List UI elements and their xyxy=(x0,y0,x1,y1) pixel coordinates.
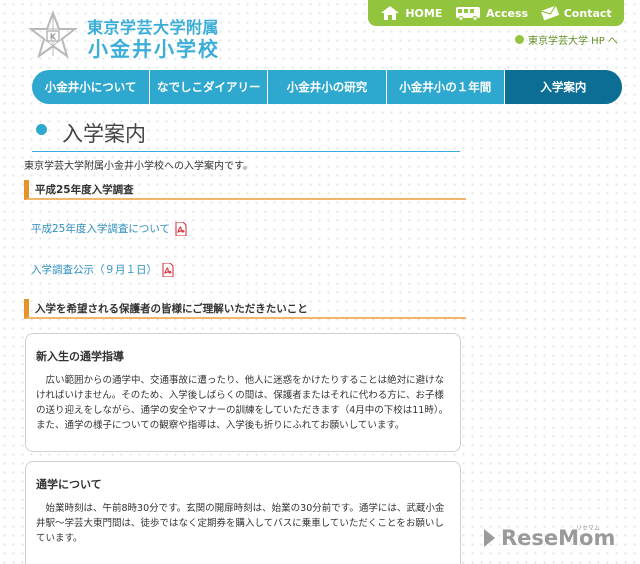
section-heading-parent-notes: 入学を希望される保護者の皆様にご理解いただきたいこと xyxy=(24,299,466,319)
school-emblem-logo[interactable]: K xyxy=(28,10,78,60)
home-label: HOME xyxy=(405,6,443,20)
bullet-dot-icon xyxy=(515,35,524,44)
home-link[interactable]: HOME xyxy=(380,5,442,21)
box-body: 広い範囲からの通学中、交通事故に遭ったり、他人に迷惑をかけたりすることは絶対に避… xyxy=(36,375,449,431)
access-label: Access xyxy=(485,6,529,20)
school-name-line2: 小金井小学校 xyxy=(88,37,220,61)
info-box-commute-guidance: 新入生の通学指導 広い範囲からの通学中、交通事故に遭ったり、他人に迷惑をかけたり… xyxy=(25,333,461,452)
contact-link[interactable]: Contact xyxy=(540,5,612,21)
resemom-watermark: ReseMom リセマム xyxy=(484,525,615,550)
link-survey-notice-label[interactable]: 入学調査公示（９月１日） xyxy=(31,262,157,277)
bus-icon xyxy=(455,7,480,21)
nav-item-admission[interactable]: 入学案内 xyxy=(504,70,622,104)
title-divider xyxy=(32,151,460,152)
play-arrow-icon xyxy=(484,529,495,547)
envelope-icon xyxy=(540,5,559,21)
svg-text:K: K xyxy=(50,33,57,42)
info-box-commute: 通学について 始業時刻は、午前8時30分です。玄関の開扉時刻は、始業の30分前で… xyxy=(25,461,461,564)
title-bullet-icon xyxy=(36,124,47,135)
access-link[interactable]: Access xyxy=(455,5,528,21)
section-heading-admission-survey: 平成25年度入学調査 xyxy=(24,180,466,200)
link-survey-info-label[interactable]: 平成25年度入学調査について xyxy=(31,221,170,236)
home-icon xyxy=(381,6,400,20)
page-title: 入学案内 xyxy=(62,122,146,146)
box-title: 通学について xyxy=(36,478,102,491)
contact-label: Contact xyxy=(563,6,612,20)
global-nav: 小金井小について なでしこダイアリー 小金井小の研究 小金井小の１年間 入学案内 xyxy=(32,70,622,104)
box-body: 始業時刻は、午前8時30分です。玄関の開扉時刻は、始業の30分前です。通学には、… xyxy=(36,503,445,544)
nav-item-diary[interactable]: なでしこダイアリー xyxy=(150,70,269,104)
box-title: 新入生の通学指導 xyxy=(36,350,124,363)
university-hp-link[interactable]: 東京学芸大学 HP へ xyxy=(515,32,618,47)
pdf-icon xyxy=(175,221,187,236)
nav-item-research[interactable]: 小金井小の研究 xyxy=(268,70,387,104)
watermark-kana: リセマム xyxy=(576,525,601,532)
link-survey-info[interactable]: 平成25年度入学調査について xyxy=(31,221,187,236)
nav-item-yearly[interactable]: 小金井小の１年間 xyxy=(387,70,505,104)
utility-bar: HOME Access Contact xyxy=(368,0,624,26)
nav-item-about[interactable]: 小金井小について xyxy=(32,70,151,104)
university-hp-label: 東京学芸大学 HP へ xyxy=(528,36,618,47)
intro-text: 東京学芸大学附属小金井小学校への入学案内です。 xyxy=(24,161,253,172)
link-survey-notice[interactable]: 入学調査公示（９月１日） xyxy=(31,262,174,277)
pdf-icon xyxy=(162,262,174,277)
